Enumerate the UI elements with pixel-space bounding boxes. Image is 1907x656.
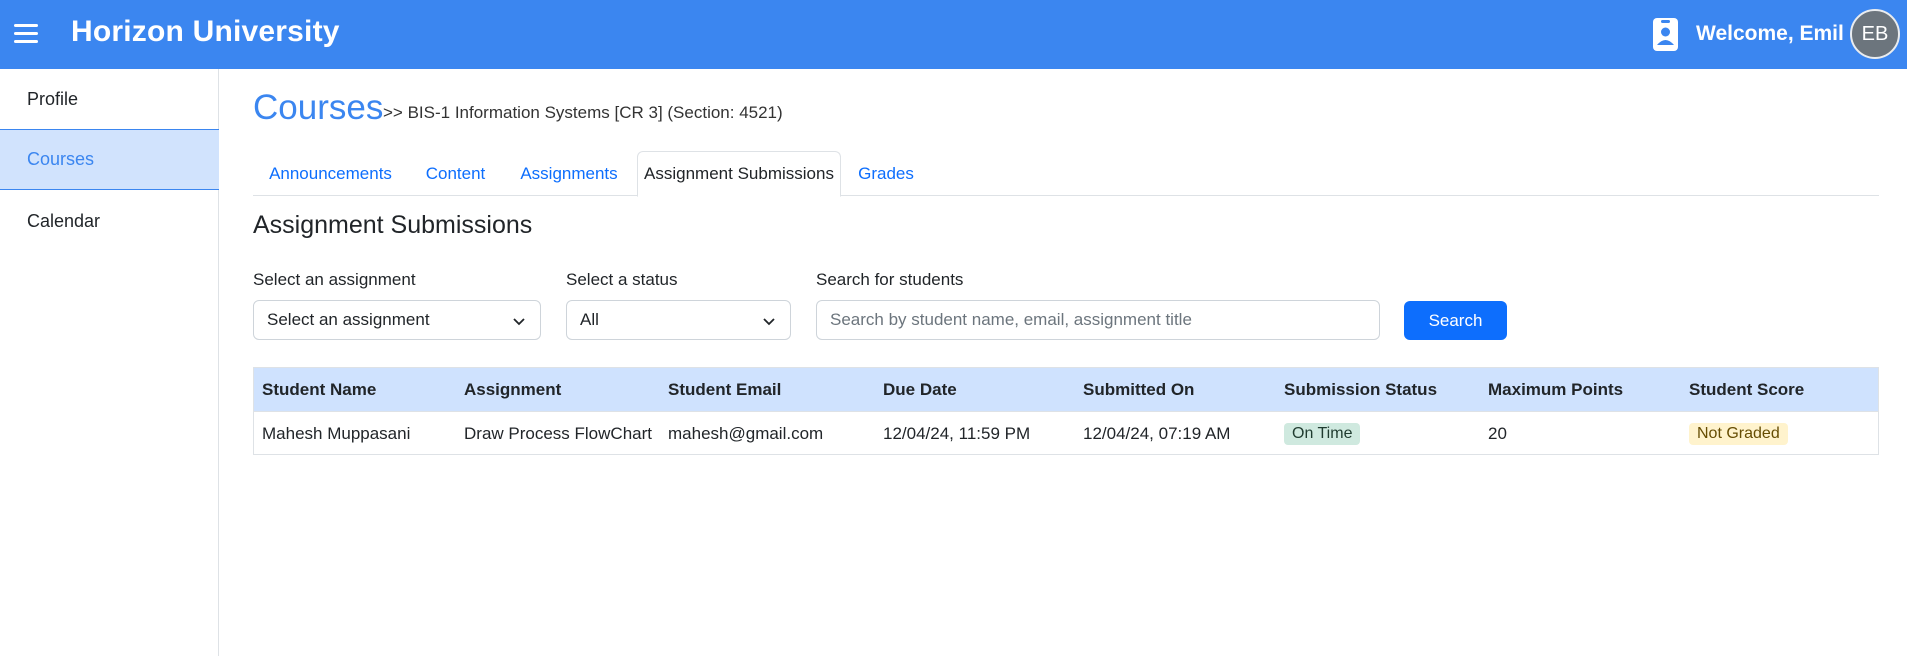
column-header[interactable]: Due Date (883, 368, 957, 411)
table-row[interactable]: Mahesh Muppasani Draw Process FlowChart … (254, 411, 1878, 454)
breadcrumb: >> BIS-1 Information Systems [CR 3] (Sec… (383, 103, 783, 122)
tab-assignments[interactable]: Assignments (503, 151, 635, 196)
tab-announcements[interactable]: Announcements (253, 151, 408, 196)
sidebar-item-profile[interactable]: Profile (0, 69, 219, 130)
column-header[interactable]: Maximum Points (1488, 368, 1623, 411)
assignment-select-label: Select an assignment (253, 270, 416, 289)
tab-content[interactable]: Content (408, 151, 503, 196)
chevron-down-icon (513, 318, 525, 326)
tab-assignment-submissions[interactable]: Assignment Submissions (637, 151, 841, 197)
sidebar-item-courses[interactable]: Courses (0, 129, 219, 190)
submissions-table: Student Name Assignment Student Email Du… (253, 367, 1879, 455)
table-header-row: Student Name Assignment Student Email Du… (254, 368, 1878, 411)
due-date-cell: 12/04/24, 11:59 PM (883, 423, 1031, 443)
max-points-cell: 20 (1488, 423, 1507, 443)
welcome-text: Welcome, Emil (1696, 22, 1844, 45)
column-header[interactable]: Submitted On (1083, 368, 1194, 411)
email-cell: mahesh@gmail.com (668, 423, 824, 443)
section-title: Assignment Submissions (253, 211, 533, 239)
search-label: Search for students (816, 270, 964, 289)
column-header[interactable]: Submission Status (1284, 368, 1437, 411)
chevron-down-icon (763, 318, 775, 326)
status-select-value: All (580, 310, 599, 329)
column-header[interactable]: Student Score (1689, 368, 1804, 411)
brand-title[interactable]: Horizon University (71, 15, 340, 49)
user-avatar[interactable]: EB (1850, 9, 1900, 59)
score-cell: Not Graded (1689, 412, 1788, 455)
course-tabs: Announcements Content Assignments Assign… (253, 151, 1879, 197)
status-badge: On Time (1284, 422, 1361, 445)
assignment-select[interactable]: Select an assignment (253, 300, 541, 340)
page-title: Courses (253, 88, 384, 127)
status-cell: On Time (1284, 412, 1361, 455)
search-button[interactable]: Search (1404, 301, 1507, 340)
assignment-select-value: Select an assignment (267, 310, 430, 329)
column-header[interactable]: Assignment (464, 368, 561, 411)
column-header[interactable]: Student Email (668, 368, 781, 411)
assignment-cell: Draw Process FlowChart (464, 423, 652, 443)
tab-grades[interactable]: Grades (841, 151, 931, 196)
id-badge-icon (1653, 18, 1678, 51)
submitted-on-cell: 12/04/24, 07:19 AM (1083, 423, 1231, 443)
column-header[interactable]: Student Name (262, 368, 376, 411)
status-select-label: Select a status (566, 270, 678, 289)
score-badge: Not Graded (1689, 422, 1788, 445)
hamburger-menu-icon[interactable] (14, 24, 38, 44)
student-search-input[interactable] (816, 300, 1380, 340)
status-select[interactable]: All (566, 300, 791, 340)
student-name-cell: Mahesh Muppasani (262, 423, 411, 443)
top-navbar: Horizon University Welcome, Emil EB (0, 0, 1907, 69)
sidebar-item-calendar[interactable]: Calendar (0, 191, 219, 252)
sidebar: Profile Courses Calendar (0, 69, 219, 656)
